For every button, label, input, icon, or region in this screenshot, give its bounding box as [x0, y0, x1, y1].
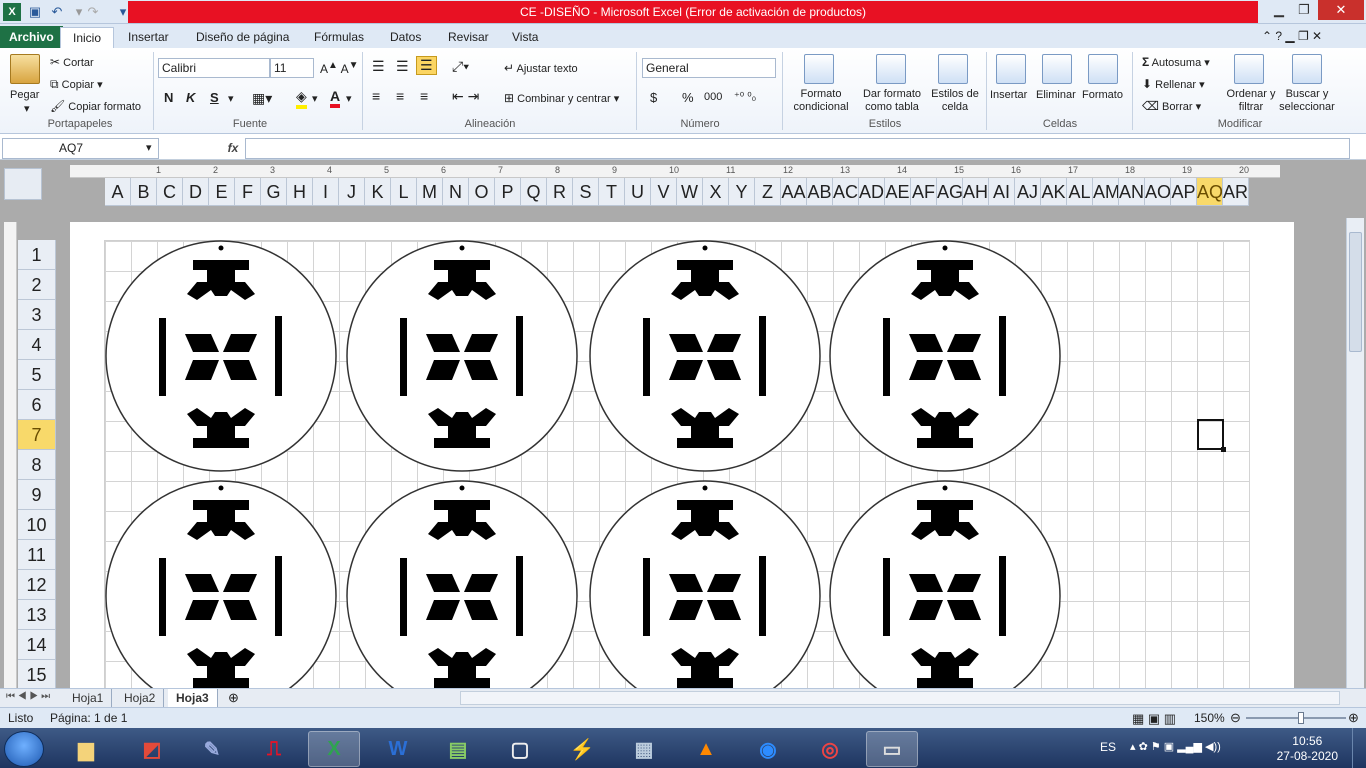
sheet-tab-hoja3[interactable]: Hoja3 [168, 689, 218, 707]
chrome-icon[interactable]: ◎ [804, 731, 856, 767]
clock-date: 27-08-2020 [1276, 749, 1338, 763]
emblem-side-bar [275, 316, 282, 396]
status-page: Página: 1 de 1 [50, 711, 128, 725]
winrar-icon[interactable]: ▤ [432, 731, 484, 767]
zoom-slider-thumb[interactable] [1298, 712, 1304, 724]
emblem-side-bar [999, 556, 1006, 636]
start-button-icon[interactable] [4, 731, 44, 767]
emblem-side-bar [759, 556, 766, 636]
zoom-level[interactable]: 150% [1194, 708, 1225, 728]
emblem-side-bar [275, 556, 282, 636]
zoom-in-icon[interactable]: ⊕ [1348, 708, 1359, 728]
emblem-side-bar [759, 316, 766, 396]
zoom-out-icon[interactable]: ⊖ [1230, 708, 1241, 728]
excel-taskbar-icon[interactable]: X [308, 731, 360, 767]
emblem-dot [702, 485, 708, 491]
emblem-side-bar [999, 316, 1006, 396]
status-bar: Listo Página: 1 de 1 ▦ ▣ ▥ 150% ⊖ ⊕ [0, 707, 1366, 728]
emblem-side-bar [516, 316, 523, 396]
zoom-slider[interactable] [1246, 717, 1346, 719]
emblem-side-bar [643, 558, 650, 636]
excel-window: X ▣ ↶ ▾ ↷ ▾ CE -DISEÑO - Microsoft Excel… [0, 0, 1366, 768]
vlc-icon[interactable]: ▲ [680, 731, 732, 767]
drawing-app-icon[interactable]: ✎ [186, 731, 238, 767]
pdf-reader-icon[interactable]: ⎍ [248, 731, 300, 767]
file-explorer-icon[interactable]: ▆ [60, 731, 112, 767]
insert-sheet-icon[interactable]: ⊕ [228, 690, 239, 706]
emblem-shape [829, 240, 1061, 472]
emblem-side-bar [516, 556, 523, 636]
vertical-scrollbar[interactable] [1346, 218, 1364, 688]
emblem-dot [942, 485, 948, 491]
emblem-shape [589, 480, 821, 688]
tools-app-icon[interactable]: ⚡ [556, 731, 608, 767]
sheet-tabs-bar: ⏮ ◀ ▶ ⏭ Hoja1 Hoja2 Hoja3 ⊕ [0, 688, 1366, 707]
remote-desktop-icon[interactable]: ▭ [866, 731, 918, 767]
system-tray: ES ▴ ✿ ⚑ ▣ ▂▄▆ ◀)) 10:56 27-08-2020 [1096, 728, 1366, 768]
status-ready: Listo [8, 711, 34, 725]
emblem-side-bar [400, 558, 407, 636]
vertical-scroll-thumb[interactable] [1349, 232, 1362, 352]
emblem-side-bar [159, 318, 166, 396]
sheet-tab-hoja1[interactable]: Hoja1 [64, 689, 113, 707]
clock[interactable]: 10:56 27-08-2020 [1277, 734, 1338, 764]
sheet-nav-icons[interactable]: ⏮ ◀ ▶ ⏭ [6, 691, 50, 702]
view-buttons-icon[interactable]: ▦ ▣ ▥ [1132, 709, 1176, 729]
show-desktop-button[interactable] [1352, 728, 1366, 768]
emblem-shape [589, 240, 821, 472]
emblem-shape [105, 240, 337, 472]
word-taskbar-icon[interactable]: W [372, 731, 424, 767]
emblem-shape [346, 480, 578, 688]
emblem-dot [459, 245, 465, 251]
zoom-meetings-icon[interactable]: ◉ [742, 731, 794, 767]
emblem-dot [218, 485, 224, 491]
emblem-dot [459, 485, 465, 491]
emblem-side-bar [883, 558, 890, 636]
emblem-shape [829, 480, 1061, 688]
language-indicator[interactable]: ES [1100, 740, 1116, 754]
emblem-shape [105, 480, 337, 688]
emblem-side-bar [883, 318, 890, 396]
emblem-shape [346, 240, 578, 472]
emblem-side-bar [159, 558, 166, 636]
clock-time: 10:56 [1292, 734, 1323, 748]
emblem-dot [702, 245, 708, 251]
presentation-app-icon[interactable]: ◩ [126, 731, 178, 767]
calculator-icon[interactable]: ▦ [618, 731, 670, 767]
tray-icons[interactable]: ▴ ✿ ⚑ ▣ ▂▄▆ ◀)) [1130, 740, 1221, 753]
drawing-layer [105, 240, 1061, 688]
horizontal-scrollbar[interactable] [460, 691, 1340, 705]
sheet-tab-hoja2[interactable]: Hoja2 [116, 689, 165, 707]
emblem-dot [942, 245, 948, 251]
active-cell-selection[interactable] [1197, 419, 1226, 452]
emblem-side-bar [400, 318, 407, 396]
document-app-icon[interactable]: ▢ [494, 731, 546, 767]
emblem-dot [218, 245, 224, 251]
emblem-side-bar [643, 318, 650, 396]
